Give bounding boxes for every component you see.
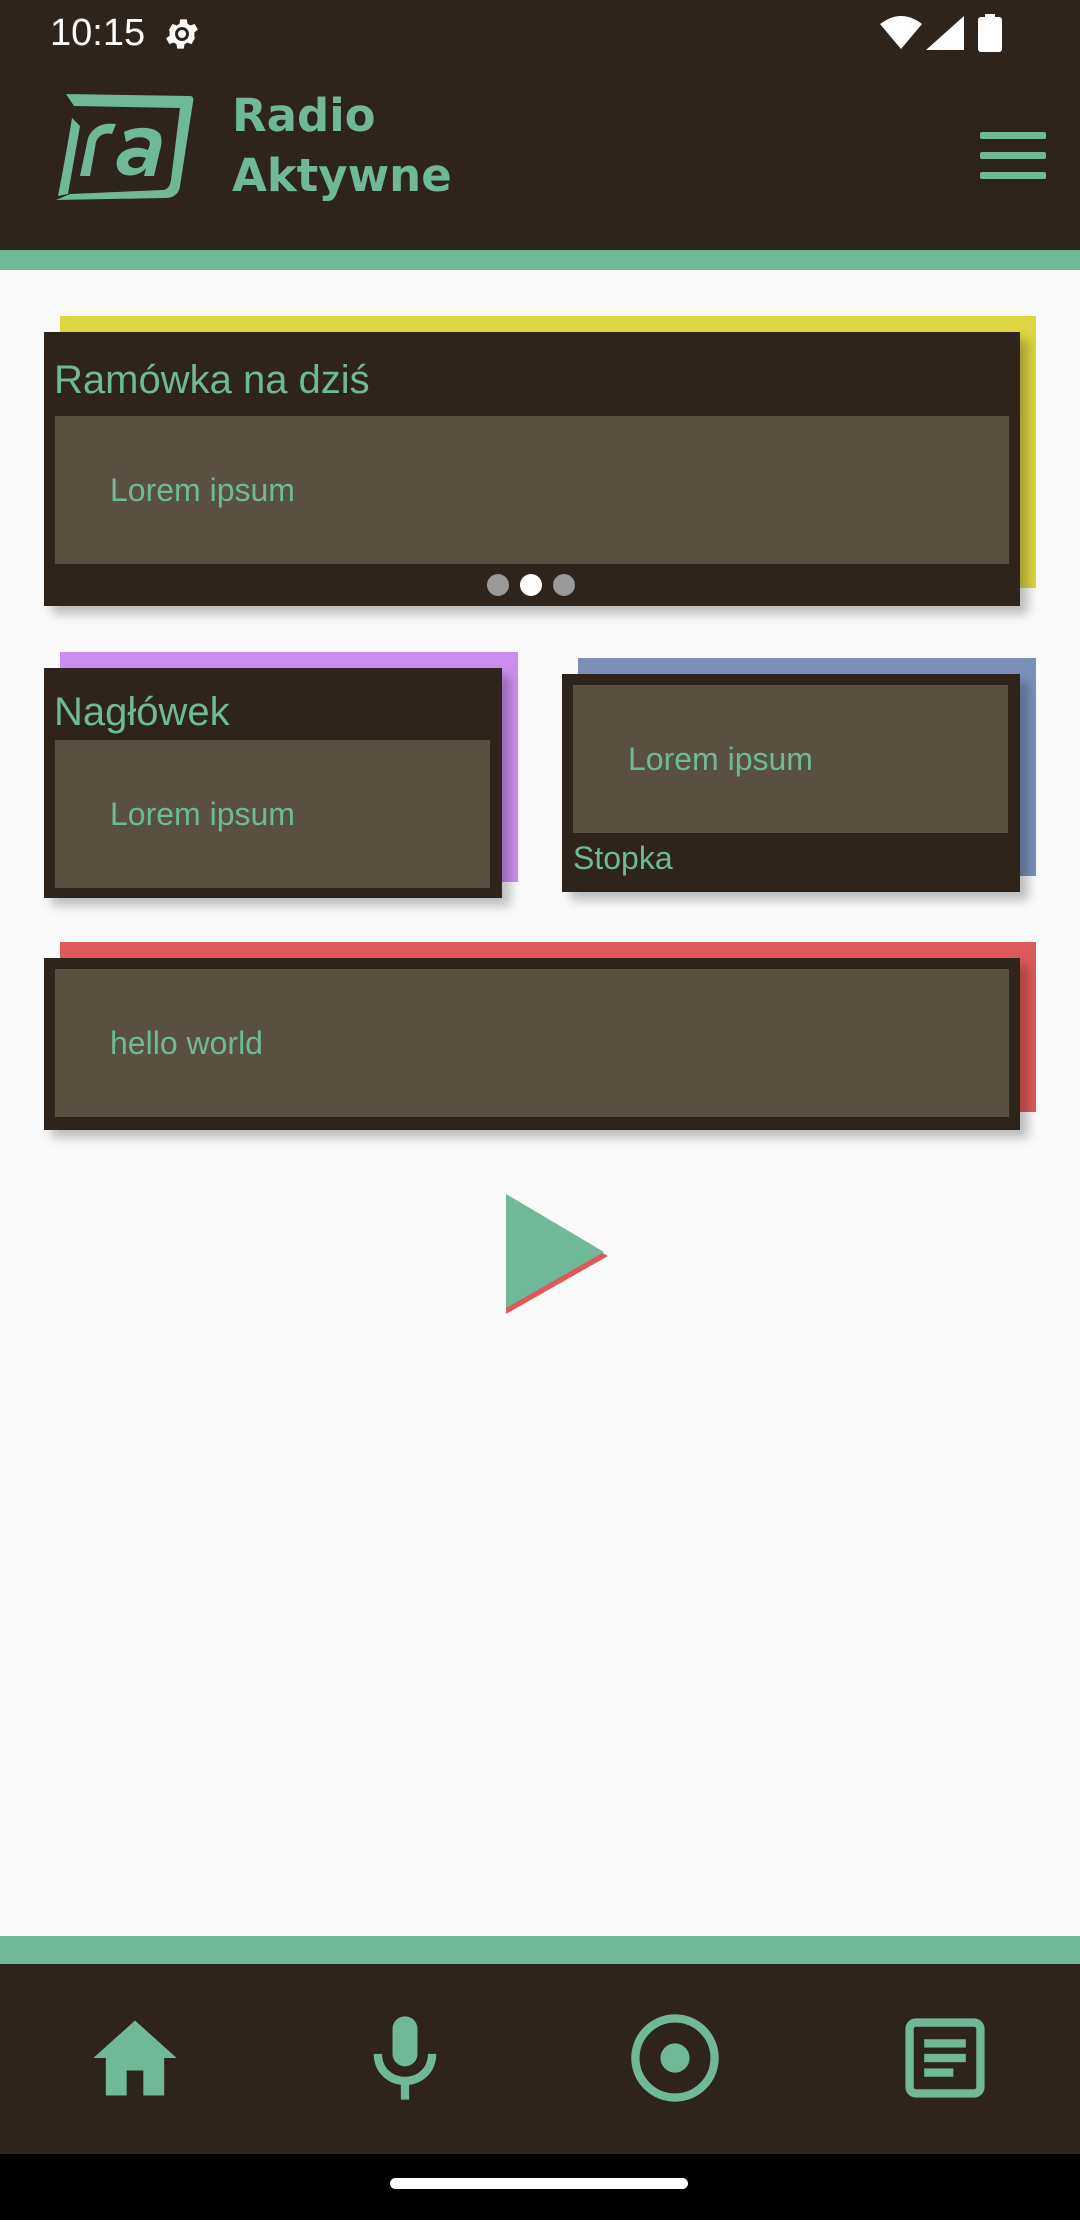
- header-card-title: Nagłówek: [54, 690, 230, 734]
- radio-aktywne-logo: [56, 94, 194, 200]
- footer-card-footer: Stopka: [573, 840, 673, 876]
- article-icon: [905, 2018, 985, 2098]
- play-icon[interactable]: [500, 1190, 610, 1314]
- pager-dot[interactable]: [487, 574, 509, 596]
- hello-card-text: hello world: [110, 1025, 263, 1061]
- header-card-content[interactable]: Lorem ipsum: [55, 740, 490, 888]
- footer-card[interactable]: Lorem ipsum Stopka: [562, 674, 1020, 892]
- hello-card-content[interactable]: hello world: [55, 969, 1009, 1117]
- menu-icon-bar: [980, 152, 1046, 159]
- bottom-nav-accent-stripe: [0, 1936, 1080, 1964]
- header-card[interactable]: Nagłówek Lorem ipsum: [44, 668, 502, 898]
- signal-icon: [926, 16, 964, 50]
- status-time: 10:15: [50, 12, 146, 54]
- wifi-icon: [880, 16, 922, 49]
- schedule-card[interactable]: Ramówka na dziś Lorem ipsum: [44, 332, 1020, 606]
- header-card-text: Lorem ipsum: [110, 796, 295, 832]
- microphone-icon: [373, 2016, 437, 2100]
- schedule-card-text: Lorem ipsum: [110, 472, 295, 508]
- home-gesture-pill[interactable]: [390, 2178, 688, 2189]
- app-bar-accent-stripe: [0, 250, 1080, 270]
- hello-card[interactable]: hello world: [44, 958, 1020, 1130]
- nav-item-home[interactable]: [85, 2008, 185, 2108]
- nav-item-articles[interactable]: [895, 2008, 995, 2108]
- home-icon: [93, 2020, 177, 2096]
- system-navigation-bar: [0, 2154, 1080, 2220]
- menu-icon-bar: [980, 132, 1046, 139]
- brand-name-line1: Radio: [232, 89, 376, 142]
- menu-icon-bar: [980, 172, 1046, 179]
- radio-disc-icon: [631, 2014, 719, 2102]
- brand-name-line2: Aktywne: [232, 149, 452, 202]
- schedule-card-title: Ramówka na dziś: [54, 358, 370, 402]
- bottom-navigation: [0, 1964, 1080, 2154]
- status-bar: 10:15: [0, 0, 1080, 66]
- footer-card-text: Lorem ipsum: [628, 741, 813, 777]
- menu-button[interactable]: [980, 132, 1046, 182]
- nav-item-microphone[interactable]: [355, 2008, 455, 2108]
- app-bar: Radio Aktywne: [0, 66, 1080, 250]
- pager-dot[interactable]: [553, 574, 575, 596]
- schedule-card-content[interactable]: Lorem ipsum: [55, 416, 1009, 564]
- battery-icon: [978, 14, 1002, 52]
- pager-dot-active[interactable]: [520, 574, 542, 596]
- nav-item-radio[interactable]: [625, 2008, 725, 2108]
- footer-card-content[interactable]: Lorem ipsum: [573, 685, 1008, 833]
- gear-icon: [166, 19, 198, 49]
